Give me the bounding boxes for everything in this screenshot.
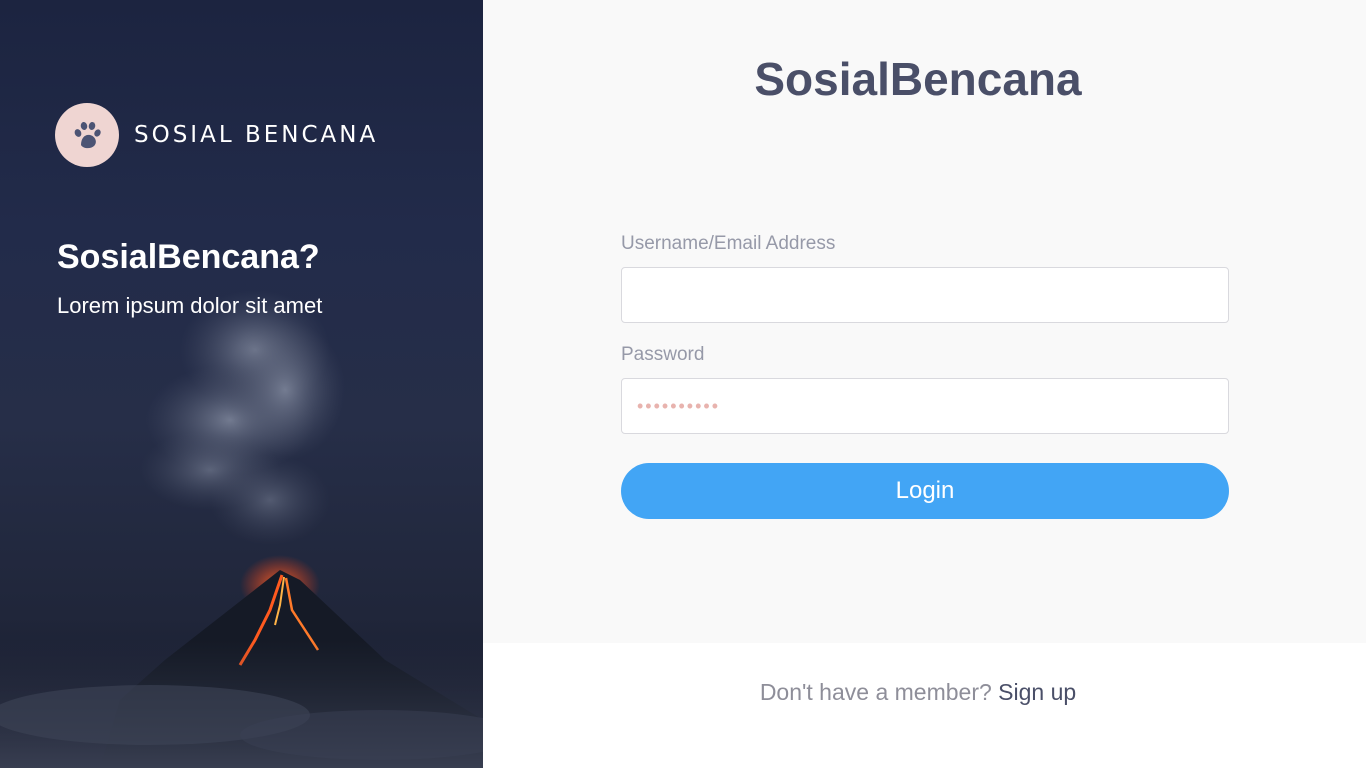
paw-icon [74,122,101,149]
brand-logo [55,103,119,167]
signup-prompt: Don't have a member? [759,679,992,705]
username-label: Username/Email Address [621,233,836,254]
username-input[interactable] [621,267,1229,323]
login-button[interactable]: Login [621,463,1229,519]
password-input[interactable] [621,378,1229,434]
brand-name: SOSIAL BENCANA [134,122,379,148]
signup-link[interactable]: Sign up [998,679,1076,705]
password-label: Password [621,344,705,365]
brand: SOSIAL BENCANA [55,103,378,167]
app-title: SosialBencana [754,53,1082,105]
hero-subtitle: Lorem ipsum dolor sit amet [57,293,323,318]
signup-line: Don't have a member? Sign up [483,679,1353,706]
hero-title: SosialBencana? [57,238,320,276]
login-panel: SosialBencana Username/Email Address Pas… [483,0,1366,643]
hero-panel: SOSIAL BENCANA SosialBencana? Lorem ipsu… [0,0,483,768]
signup-footer: Don't have a member? Sign up [483,643,1366,768]
